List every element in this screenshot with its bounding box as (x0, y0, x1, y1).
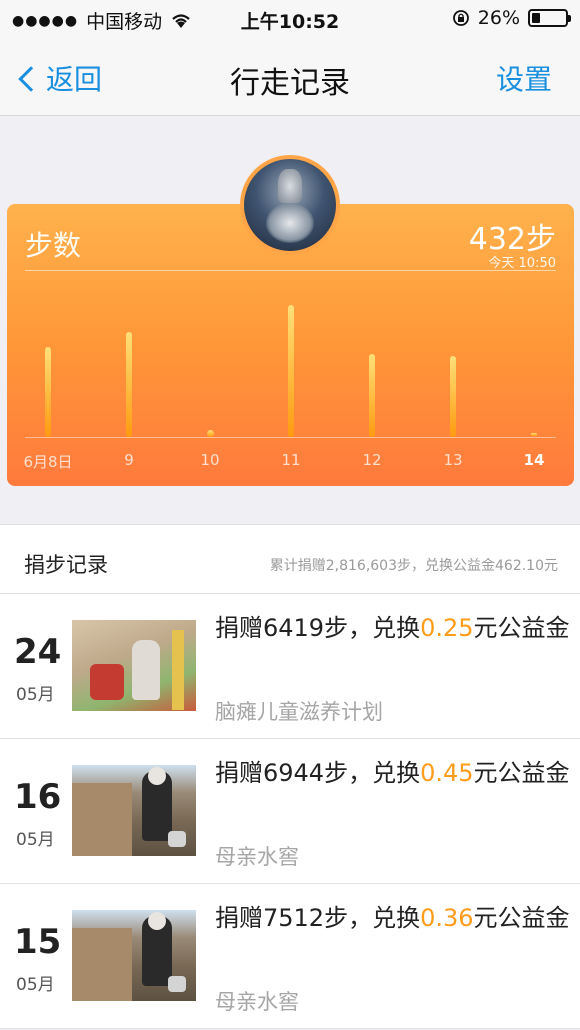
chart-bar (126, 331, 132, 437)
status-right: 26% (452, 7, 571, 29)
project-photo (72, 910, 196, 1001)
record-amount: 0.25 (420, 614, 474, 642)
donation-section-header: 捐步记录 累计捐赠2,816,603步，兑换公益金462.10元 (0, 524, 580, 594)
record-description: 捐赠6419步，兑换0.25元公益金 (215, 608, 575, 648)
chart-bar (45, 347, 51, 437)
record-month: 05月 (16, 685, 55, 705)
record-amount: 0.45 (420, 759, 474, 787)
donation-summary: 累计捐赠2,816,603步，兑换公益金462.10元 (269, 558, 558, 574)
rotation-lock-icon (452, 10, 469, 26)
record-project: 母亲水窖 (215, 990, 299, 1014)
record-day: 24 (14, 632, 62, 672)
navigation-bar: 返回 行走记录 设置 (0, 40, 580, 116)
record-description: 捐赠6944步，兑换0.45元公益金 (215, 753, 575, 793)
record-month: 05月 (16, 975, 55, 995)
project-photo (72, 620, 196, 711)
record-day: 15 (14, 922, 62, 962)
avatar[interactable] (240, 155, 340, 255)
record-description: 捐赠7512步，兑换0.36元公益金 (215, 898, 575, 938)
record-prefix: 捐赠6944步，兑换 (215, 759, 421, 787)
chart-bar (206, 430, 214, 437)
avatar-image-top (278, 169, 302, 203)
card-divider (25, 270, 556, 271)
steps-time: 今天 10:50 (488, 256, 556, 271)
donation-list: 24 05月 捐赠6419步，兑换0.25元公益金 脑瘫儿童滋养计划 16 05… (0, 594, 580, 1029)
list-item[interactable]: 16 05月 捐赠6944步，兑换0.45元公益金 母亲水窖 (0, 739, 580, 884)
steps-label: 步数 (25, 229, 82, 262)
x-tick-label: 10 (200, 451, 220, 469)
record-month: 05月 (16, 830, 55, 850)
project-photo (72, 765, 196, 856)
record-project: 母亲水窖 (215, 845, 299, 869)
record-suffix: 元公益金 (473, 759, 570, 787)
record-day: 16 (14, 777, 62, 817)
x-tick-label: 6月8日 (23, 453, 73, 471)
x-tick-label: 14 (523, 451, 545, 469)
chart-bar (369, 354, 375, 437)
record-project: 脑瘫儿童滋养计划 (215, 700, 383, 724)
chart-bar (530, 433, 537, 436)
chart-bar (450, 355, 456, 437)
list-item[interactable]: 15 05月 捐赠7512步，兑换0.36元公益金 母亲水窖 (0, 884, 580, 1029)
chart-baseline (25, 437, 556, 438)
record-prefix: 捐赠7512步，兑换 (215, 904, 421, 932)
battery-icon (528, 9, 571, 27)
record-amount: 0.36 (420, 904, 474, 932)
x-tick-label: 13 (443, 451, 463, 469)
settings-button[interactable]: 设置 (496, 58, 552, 98)
page-title: 行走记录 (230, 66, 350, 101)
battery-percent: 26% (477, 7, 520, 29)
x-tick-label: 12 (362, 451, 382, 469)
record-prefix: 捐赠6419步，兑换 (215, 614, 421, 642)
record-suffix: 元公益金 (473, 904, 570, 932)
battery-fill (532, 13, 540, 23)
x-tick-label: 9 (124, 451, 134, 469)
list-item[interactable]: 24 05月 捐赠6419步，兑换0.25元公益金 脑瘫儿童滋养计划 (0, 594, 580, 739)
section-title: 捐步记录 (24, 553, 108, 577)
x-tick-label: 11 (281, 451, 301, 469)
status-bar: ●●●●● 中国移动 上午10:52 26% (0, 0, 580, 40)
record-suffix: 元公益金 (473, 614, 570, 642)
avatar-image-reflection (266, 203, 314, 243)
chart-bar (288, 305, 294, 437)
